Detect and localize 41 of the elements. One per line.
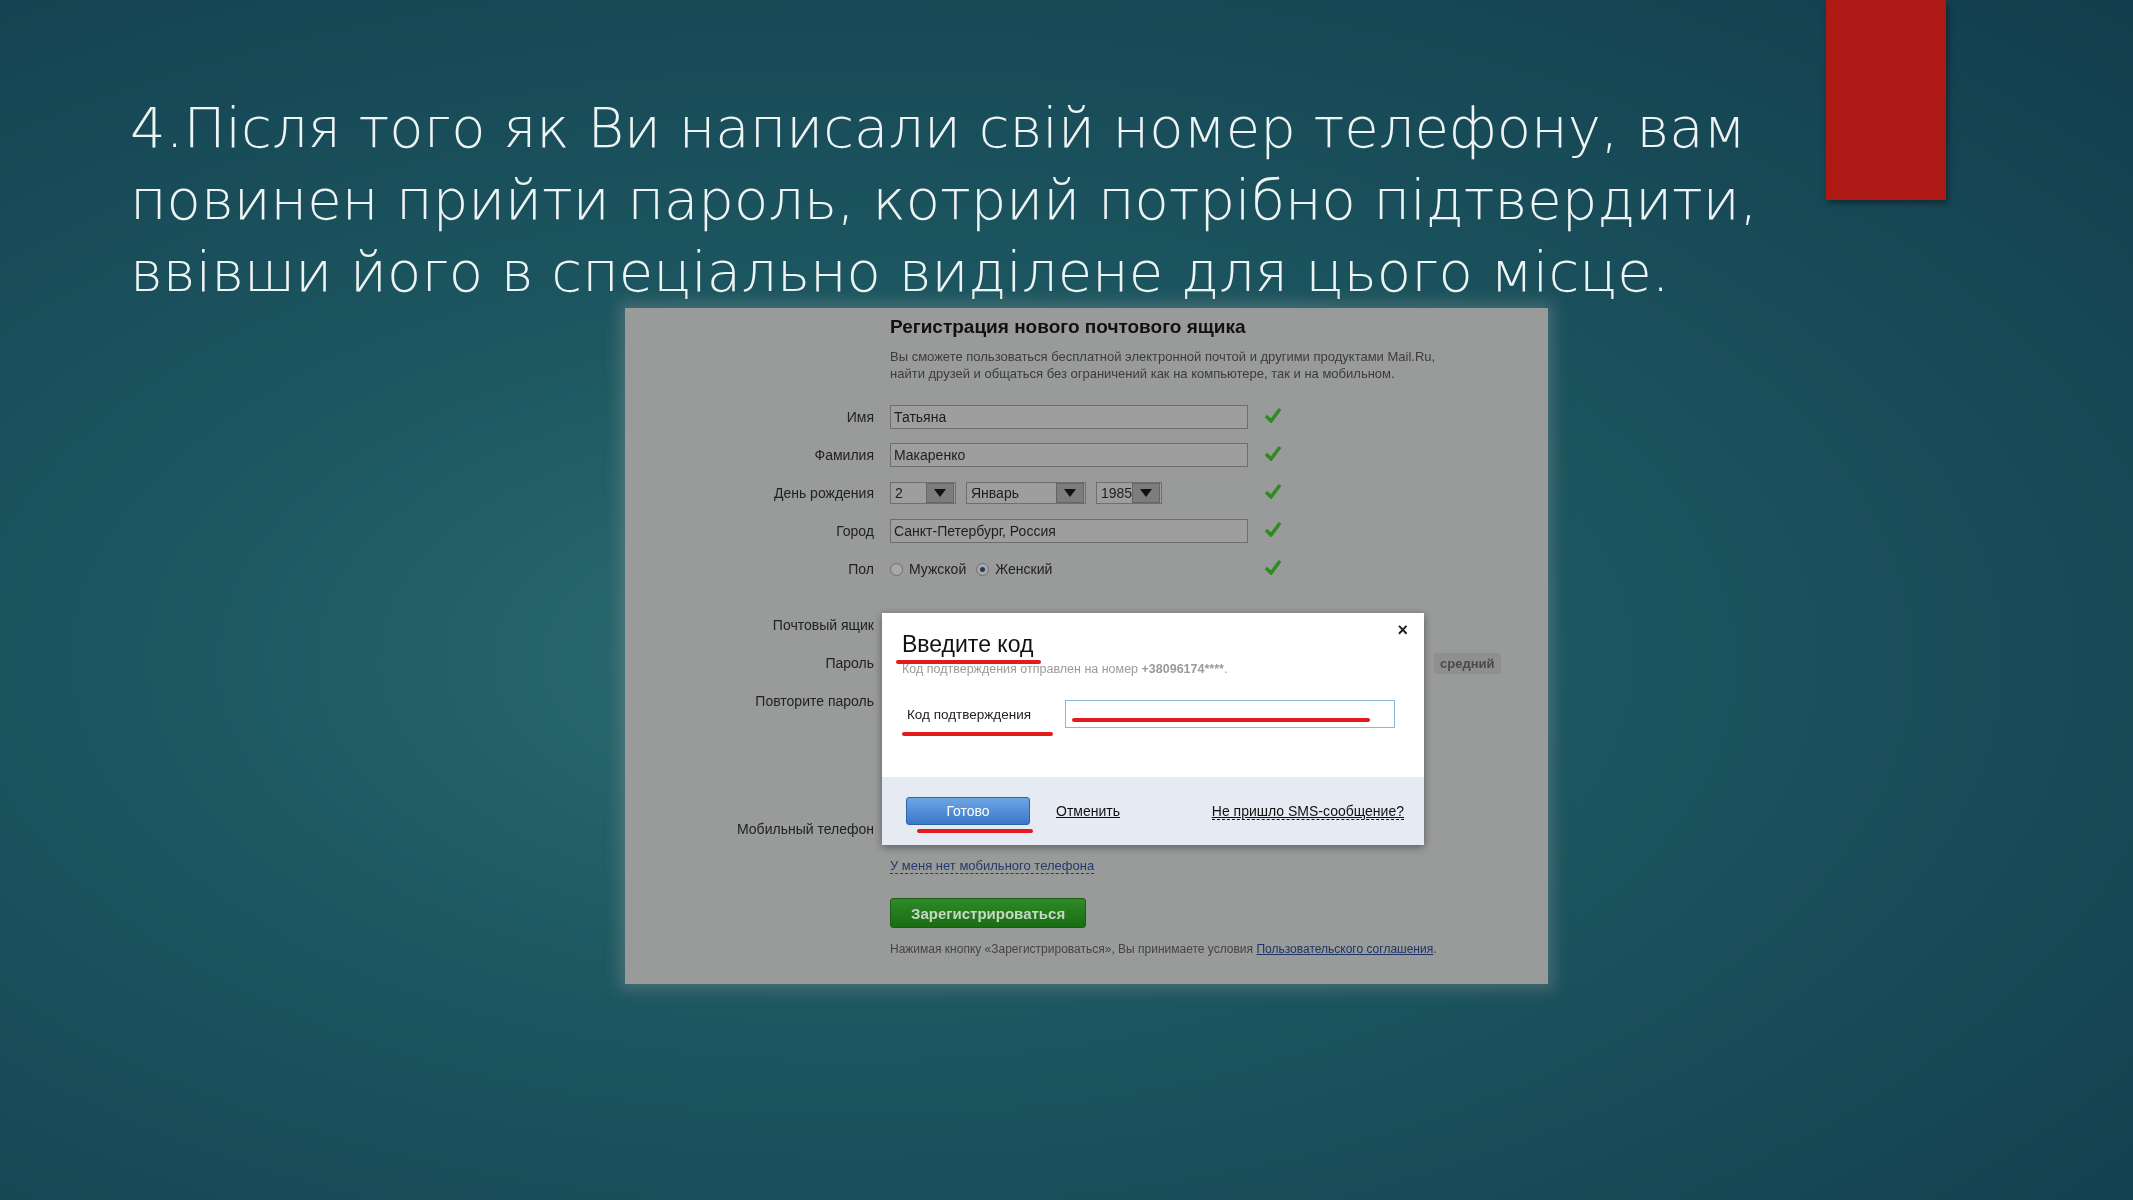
no-sms-link[interactable]: Не пришло SMS-сообщение? xyxy=(1211,802,1404,820)
check-icon xyxy=(1264,521,1282,537)
dialog-note: Код подтверждения отправлен на номер +38096174****. xyxy=(902,662,1229,676)
caret-icon xyxy=(1064,489,1076,497)
select-field[interactable]: Январь xyxy=(966,482,1086,504)
form-title: Регистрация нового почтового ящика xyxy=(890,316,1247,338)
radio-label: Женский xyxy=(995,561,1053,577)
select-field[interactable]: 2 xyxy=(890,482,956,504)
no-phone-link[interactable]: У меня нет мобильного телефона xyxy=(890,858,1095,874)
field-label: Пароль xyxy=(824,655,874,671)
caret-icon xyxy=(1140,489,1153,497)
close-button[interactable]: × xyxy=(1391,619,1414,642)
check-icon xyxy=(1264,445,1282,461)
radio-button[interactable] xyxy=(976,562,990,576)
check-icon xyxy=(1264,559,1282,575)
field-label: День рождения xyxy=(772,485,874,501)
cancel-link[interactable]: Отменить xyxy=(1056,803,1120,819)
field-label: Мобильный телефон xyxy=(736,821,874,837)
form-intro: Вы сможете пользоваться бесплатной электронной почтой и другими продуктами Mail.Ru, найти друзей и общаться без ограничений как на компьютере, так и на мобильном. xyxy=(890,348,1437,382)
terms-text: Нажимая кнопку «Зарегистрироваться», Вы принимаете условия Пользовательского соглашения. xyxy=(890,942,1438,956)
field-label: Имя xyxy=(845,409,874,425)
field-label: Пол xyxy=(847,561,874,577)
slide-heading: 4.Після того як Ви написали свій номер телефону, вам повинен прийти пароль, котрий потрібно підтвердити, ввівши його в спеціально виділене для цього місце. xyxy=(130,94,1759,306)
strength-badge: средний xyxy=(1434,652,1501,674)
radio-label: Мужской xyxy=(909,561,967,577)
text-field[interactable]: Санкт-Петербург, Россия xyxy=(890,519,1248,543)
radio-button[interactable] xyxy=(890,562,903,576)
caret-icon xyxy=(934,489,946,497)
field-label: Повторите пароль xyxy=(754,693,874,709)
field-label: Почтовый ящик xyxy=(771,617,874,633)
field-label: Фамилия xyxy=(813,447,874,463)
check-icon xyxy=(1264,483,1282,499)
code-label: Код подтверждения xyxy=(902,706,1065,722)
code-input[interactable] xyxy=(1065,700,1395,728)
text-field[interactable]: Макаренко xyxy=(890,443,1248,467)
register-button[interactable]: Зарегистрироваться xyxy=(890,898,1087,928)
text-field[interactable]: Татьяна xyxy=(890,405,1248,429)
dialog-title: Введите код xyxy=(902,631,1034,658)
field-label: Город xyxy=(835,523,874,539)
select-field[interactable]: 1985 xyxy=(1096,482,1162,504)
check-icon xyxy=(1264,407,1282,423)
